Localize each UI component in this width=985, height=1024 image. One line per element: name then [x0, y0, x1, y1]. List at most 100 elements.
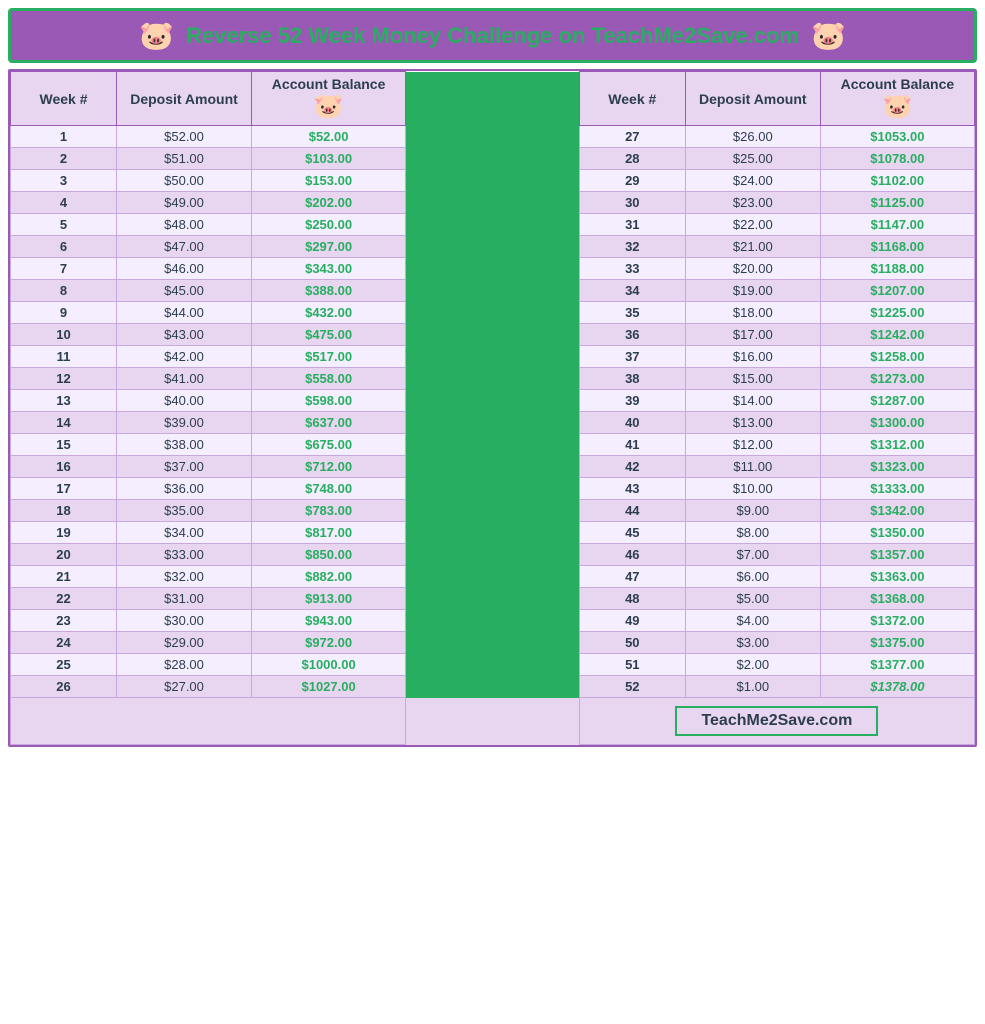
left-balance-cell: $943.00: [251, 610, 405, 632]
table-row: 22$31.00$913.0048$5.00$1368.00: [11, 588, 975, 610]
right-deposit-header: Deposit Amount: [685, 72, 820, 126]
left-deposit-cell: $31.00: [117, 588, 252, 610]
left-deposit-cell: $47.00: [117, 236, 252, 258]
right-balance-cell: $1078.00: [820, 148, 974, 170]
table-row: 15$38.00$675.0041$12.00$1312.00: [11, 434, 975, 456]
left-week-cell: 5: [11, 214, 117, 236]
right-balance-cell: $1372.00: [820, 610, 974, 632]
right-balance-cell: $1368.00: [820, 588, 974, 610]
pig-icon-right: 🐷: [811, 19, 846, 52]
row-divider: [406, 412, 580, 434]
row-divider: [406, 346, 580, 368]
right-balance-cell: $1242.00: [820, 324, 974, 346]
pig-icon-header-right: 🐷: [882, 93, 912, 120]
page-wrapper: 🐷 Reverse 52 Week Money Challenge on Tea…: [0, 0, 985, 755]
table-row: 25$28.00$1000.0051$2.00$1377.00: [11, 654, 975, 676]
row-divider: [406, 456, 580, 478]
right-deposit-cell: $3.00: [685, 632, 820, 654]
right-week-cell: 31: [579, 214, 685, 236]
left-balance-cell: $1000.00: [251, 654, 405, 676]
table-body: 1$52.00$52.0027$26.00$1053.002$51.00$103…: [11, 126, 975, 698]
right-deposit-cell: $22.00: [685, 214, 820, 236]
right-deposit-cell: $12.00: [685, 434, 820, 456]
right-deposit-cell: $14.00: [685, 390, 820, 412]
right-balance-cell: $1357.00: [820, 544, 974, 566]
footer-row: TeachMe2Save.com: [11, 698, 975, 745]
table-row: 6$47.00$297.0032$21.00$1168.00: [11, 236, 975, 258]
left-week-cell: 24: [11, 632, 117, 654]
left-balance-cell: $637.00: [251, 412, 405, 434]
right-week-cell: 29: [579, 170, 685, 192]
right-week-header: Week #: [579, 72, 685, 126]
table-row: 2$51.00$103.0028$25.00$1078.00: [11, 148, 975, 170]
right-deposit-cell: $21.00: [685, 236, 820, 258]
pig-icon-left: 🐷: [139, 19, 174, 52]
right-balance-cell: $1258.00: [820, 346, 974, 368]
left-week-cell: 11: [11, 346, 117, 368]
divider-col-header: [406, 72, 580, 126]
table-row: 21$32.00$882.0047$6.00$1363.00: [11, 566, 975, 588]
left-deposit-cell: $41.00: [117, 368, 252, 390]
right-week-cell: 48: [579, 588, 685, 610]
table-row: 14$39.00$637.0040$13.00$1300.00: [11, 412, 975, 434]
left-week-cell: 22: [11, 588, 117, 610]
right-week-cell: 52: [579, 676, 685, 698]
table-row: 10$43.00$475.0036$17.00$1242.00: [11, 324, 975, 346]
table-row: 4$49.00$202.0030$23.00$1125.00: [11, 192, 975, 214]
left-week-cell: 3: [11, 170, 117, 192]
right-deposit-cell: $1.00: [685, 676, 820, 698]
left-deposit-cell: $48.00: [117, 214, 252, 236]
right-deposit-cell: $18.00: [685, 302, 820, 324]
row-divider: [406, 544, 580, 566]
table-row: 19$34.00$817.0045$8.00$1350.00: [11, 522, 975, 544]
page-header: 🐷 Reverse 52 Week Money Challenge on Tea…: [8, 8, 977, 63]
row-divider: [406, 500, 580, 522]
table-row: 23$30.00$943.0049$4.00$1372.00: [11, 610, 975, 632]
left-week-cell: 1: [11, 126, 117, 148]
right-balance-cell: $1207.00: [820, 280, 974, 302]
left-deposit-cell: $46.00: [117, 258, 252, 280]
right-deposit-cell: $20.00: [685, 258, 820, 280]
right-balance-cell: $1125.00: [820, 192, 974, 214]
left-deposit-cell: $51.00: [117, 148, 252, 170]
left-deposit-cell: $34.00: [117, 522, 252, 544]
right-week-cell: 39: [579, 390, 685, 412]
right-deposit-cell: $24.00: [685, 170, 820, 192]
left-balance-cell: $598.00: [251, 390, 405, 412]
page-title: Reverse 52 Week Money Challenge on Teach…: [186, 23, 799, 49]
right-balance-cell: $1225.00: [820, 302, 974, 324]
row-divider: [406, 654, 580, 676]
left-deposit-cell: $36.00: [117, 478, 252, 500]
left-deposit-cell: $42.00: [117, 346, 252, 368]
left-balance-cell: $297.00: [251, 236, 405, 258]
left-balance-cell: $675.00: [251, 434, 405, 456]
table-row: 9$44.00$432.0035$18.00$1225.00: [11, 302, 975, 324]
row-divider: [406, 632, 580, 654]
right-balance-cell: $1287.00: [820, 390, 974, 412]
row-divider: [406, 390, 580, 412]
row-divider: [406, 302, 580, 324]
right-deposit-cell: $25.00: [685, 148, 820, 170]
left-week-header: Week #: [11, 72, 117, 126]
right-week-cell: 46: [579, 544, 685, 566]
left-week-cell: 4: [11, 192, 117, 214]
right-deposit-cell: $17.00: [685, 324, 820, 346]
right-week-cell: 27: [579, 126, 685, 148]
right-deposit-cell: $6.00: [685, 566, 820, 588]
left-week-cell: 6: [11, 236, 117, 258]
left-deposit-cell: $27.00: [117, 676, 252, 698]
left-week-cell: 17: [11, 478, 117, 500]
table-row: 1$52.00$52.0027$26.00$1053.00: [11, 126, 975, 148]
left-balance-cell: $103.00: [251, 148, 405, 170]
challenge-table: Week # Deposit Amount Account Balance 🐷 …: [10, 71, 975, 745]
footer-left: [11, 698, 406, 745]
footer-brand: TeachMe2Save.com: [675, 706, 878, 736]
main-table-container: Week # Deposit Amount Account Balance 🐷 …: [8, 69, 977, 747]
left-deposit-cell: $50.00: [117, 170, 252, 192]
pig-icon-header-left: 🐷: [314, 93, 344, 120]
right-balance-cell: $1342.00: [820, 500, 974, 522]
left-week-cell: 19: [11, 522, 117, 544]
right-deposit-cell: $26.00: [685, 126, 820, 148]
right-deposit-cell: $13.00: [685, 412, 820, 434]
right-week-cell: 50: [579, 632, 685, 654]
